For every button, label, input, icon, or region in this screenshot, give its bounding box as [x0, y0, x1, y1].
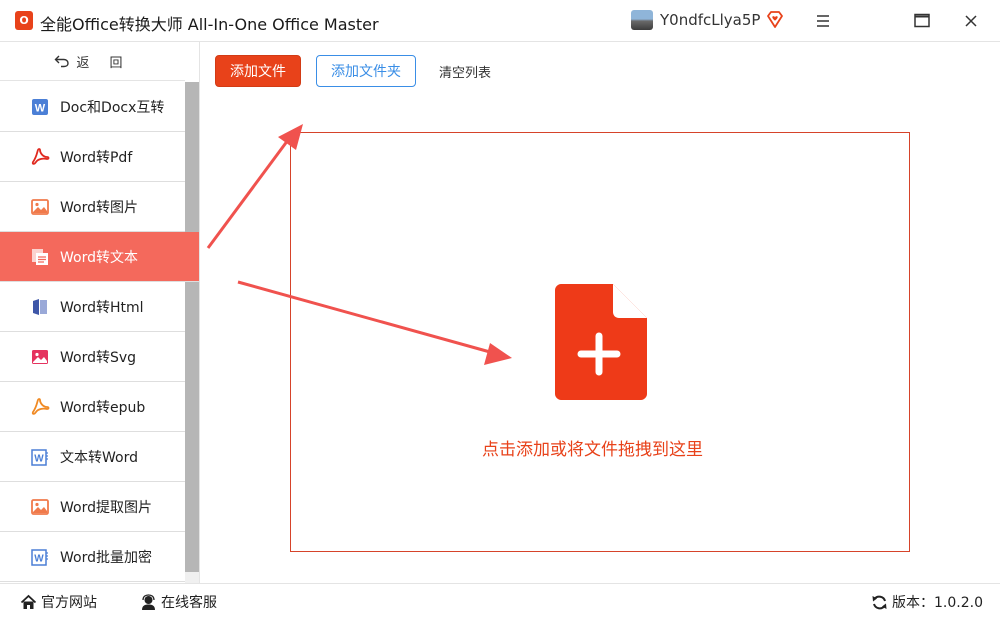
customer-service-icon — [142, 593, 155, 610]
back-label: 返 回 — [76, 55, 131, 71]
image-icon — [31, 498, 49, 515]
back-button[interactable]: 返 回 — [0, 42, 185, 81]
vip-diamond-icon[interactable] — [765, 10, 785, 30]
version-label: 版本：1.0.2.0 — [892, 595, 983, 611]
sidebar-item-word-text[interactable]: Word转文本 — [0, 232, 199, 282]
close-icon[interactable] — [958, 8, 984, 34]
word-outline-icon: W — [31, 448, 48, 466]
online-service-label: 在线客服 — [161, 595, 217, 611]
add-file-button[interactable]: 添加文件 — [215, 55, 301, 87]
sidebar-item-word-epub[interactable]: Word转epub — [0, 382, 185, 432]
sidebar-item-label: Word转文本 — [60, 249, 138, 266]
sidebar-item-label: Word转epub — [60, 399, 146, 416]
text-file-icon — [32, 248, 48, 265]
sidebar-item-label: 文本转Word — [60, 449, 138, 466]
sidebar-item-word-extract-image[interactable]: Word提取图片 — [0, 482, 185, 532]
app-title: 全能Office转换大师 All-In-One Office Master — [40, 15, 379, 34]
footer-bar: 官方网站 在线客服 版本：1.0.2.0 — [0, 583, 1000, 617]
pdf-icon — [31, 147, 50, 165]
sidebar-item-word-image[interactable]: Word转图片 — [0, 182, 185, 232]
version-info[interactable]: 版本：1.0.2.0 — [871, 592, 983, 612]
online-service-link[interactable]: 在线客服 — [140, 592, 217, 612]
home-icon — [20, 594, 37, 609]
nav-list: W Doc和Docx互转 Word转Pdf Word转图片 Word转文本 Wo… — [0, 82, 199, 582]
add-file-icon[interactable] — [555, 284, 647, 400]
avatar[interactable] — [631, 10, 653, 30]
official-site-label: 官方网站 — [41, 595, 97, 611]
maximize-icon[interactable] — [909, 8, 935, 34]
back-arrow-icon — [54, 55, 70, 68]
refresh-icon — [872, 595, 887, 609]
add-folder-button[interactable]: 添加文件夹 — [316, 55, 416, 87]
sidebar-item-label: Word提取图片 — [60, 499, 152, 516]
image-icon — [31, 198, 49, 215]
sidebar-item-label: Word转Svg — [60, 349, 137, 366]
sidebar-item-label: Word转Pdf — [60, 149, 133, 166]
sidebar-item-text-word[interactable]: W 文本转Word — [0, 432, 185, 482]
svg-image-icon — [32, 349, 48, 364]
drop-hint-text: 点击添加或将文件拖拽到这里 — [482, 440, 703, 460]
sidebar-item-label: Word批量加密 — [60, 549, 152, 566]
epub-icon — [31, 397, 50, 415]
word-outline-icon: W — [31, 548, 48, 566]
menu-icon[interactable] — [810, 8, 836, 34]
arrow-to-add-file — [206, 124, 303, 249]
sidebar-item-label: Doc和Docx互转 — [60, 99, 165, 116]
sidebar-scrollbar-thumb[interactable] — [185, 82, 199, 572]
sidebar: 返 回 W Doc和Docx互转 Word转Pdf Word转图片 Word转文… — [0, 42, 200, 583]
word-doc-icon: W — [32, 98, 48, 115]
sidebar-item-label: Word转Html — [60, 299, 144, 316]
title-bar: O 全能Office转换大师 All-In-One Office Master … — [0, 0, 1000, 42]
username[interactable]: Y0ndfcLlya5P — [660, 11, 760, 29]
svg-text:W: W — [34, 553, 44, 564]
clear-list-button[interactable]: 清空列表 — [430, 55, 500, 87]
app-logo-icon: O — [15, 11, 33, 30]
svg-text:W: W — [35, 102, 46, 114]
sidebar-item-word-svg[interactable]: Word转Svg — [0, 332, 185, 382]
sidebar-item-doc-docx[interactable]: W Doc和Docx互转 — [0, 82, 185, 132]
html-book-icon — [33, 298, 47, 315]
sidebar-item-word-pdf[interactable]: Word转Pdf — [0, 132, 185, 182]
sidebar-item-word-encrypt[interactable]: W Word批量加密 — [0, 532, 185, 582]
svg-text:W: W — [34, 453, 44, 464]
sidebar-item-label: Word转图片 — [60, 199, 138, 216]
sidebar-item-word-html[interactable]: Word转Html — [0, 282, 185, 332]
official-site-link[interactable]: 官方网站 — [20, 592, 97, 612]
